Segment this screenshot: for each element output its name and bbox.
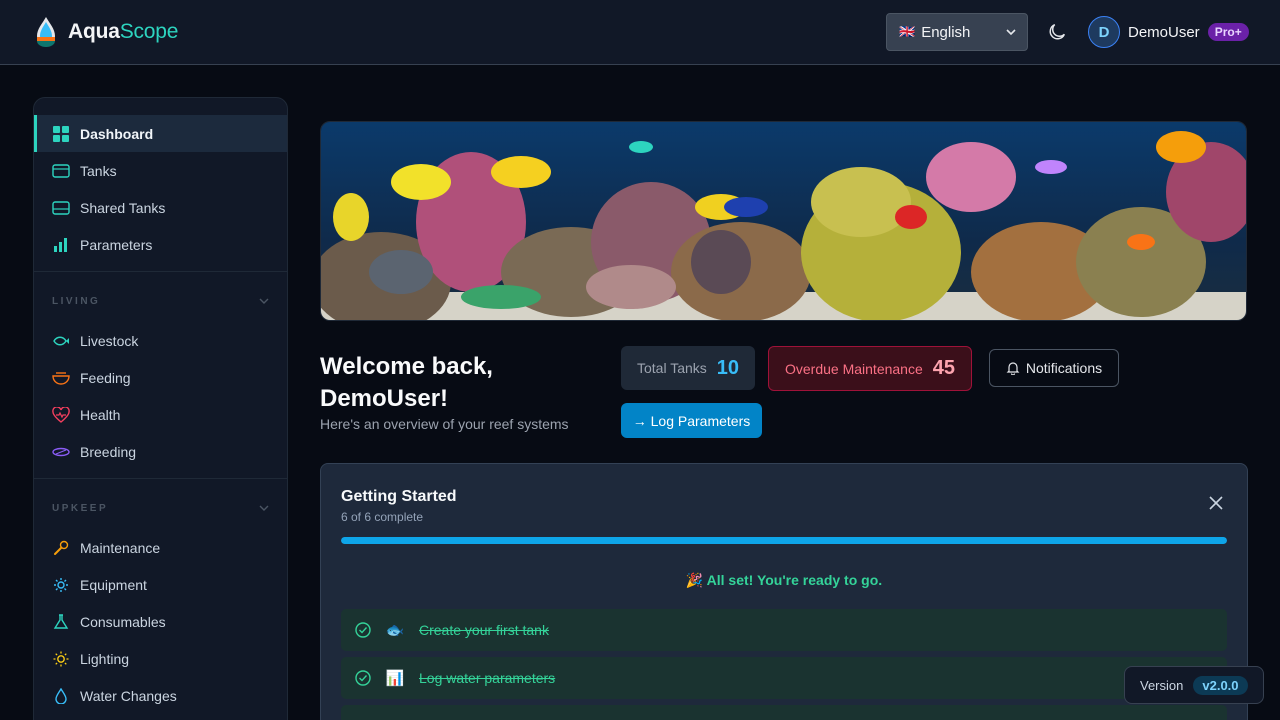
check-circle-icon (355, 670, 371, 686)
language-select[interactable]: 🇬🇧 English (886, 13, 1028, 51)
sidebar-section-upkeep[interactable]: UPKEEP (34, 487, 287, 529)
section-title: UPKEEP (52, 502, 109, 514)
checklist-item[interactable]: 📊 Log water parameters (341, 657, 1227, 699)
sidebar-item-tanks[interactable]: Tanks (34, 152, 287, 189)
fish-emoji-icon: 🐟 (385, 622, 405, 639)
dashboard-icon (52, 125, 70, 143)
version-value: v2.0.0 (1193, 675, 1248, 695)
uk-flag-icon: 🇬🇧 (899, 24, 916, 39)
progress-bar (341, 537, 1227, 544)
wrench-icon (52, 539, 70, 557)
sidebar: Dashboard Tanks Shared Tanks Parameters … (33, 97, 288, 720)
chevron-down-icon (259, 298, 269, 304)
sun-icon (52, 650, 70, 668)
checklist-item-label: Log water parameters (419, 670, 556, 686)
done-message: 🎉 All set! You're ready to go. (685, 572, 883, 588)
sidebar-item-label: Health (80, 406, 121, 423)
app-name: AquaScope (68, 20, 179, 43)
sidebar-divider (34, 271, 287, 272)
chart-icon (52, 236, 70, 254)
sidebar-item-label: Maintenance (80, 539, 161, 556)
sidebar-item-parameters[interactable]: Parameters (34, 226, 287, 263)
top-header: AquaScope 🇬🇧 English D DemoUser Pro+ (0, 0, 1280, 65)
flask-icon (52, 613, 70, 631)
sidebar-item-equipment[interactable]: Equipment (34, 566, 287, 603)
progress-text: 6 of 6 complete (341, 510, 424, 524)
check-circle-icon (355, 622, 371, 638)
moon-icon (1049, 23, 1066, 40)
bowl-icon (52, 369, 70, 387)
sidebar-item-label: Shared Tanks (80, 199, 166, 216)
stat-label: Overdue Maintenance (785, 360, 923, 377)
progress-bar-fill (341, 537, 1227, 544)
sidebar-item-label: Tanks (80, 162, 117, 179)
notifications-button[interactable]: Notifications (989, 349, 1119, 387)
getting-started-card: Getting Started 6 of 6 complete 🎉 All se… (320, 463, 1248, 720)
sidebar-item-label: Feeding (80, 369, 131, 386)
avatar: D (1088, 16, 1120, 48)
sidebar-item-label: Water Changes (80, 687, 177, 704)
stat-value: 10 (716, 356, 740, 379)
sidebar-item-water-changes[interactable]: Water Changes (34, 677, 287, 714)
version-label: Version (1140, 677, 1184, 693)
gear-icon (52, 576, 70, 594)
language-selected-value: English (921, 23, 971, 41)
overdue-maintenance-stat[interactable]: Overdue Maintenance 45 (768, 346, 973, 391)
water-drop-logo-icon (37, 17, 55, 47)
sidebar-item-lighting[interactable]: Lighting (34, 640, 287, 677)
chart-emoji-icon: 📊 (385, 670, 405, 687)
page-title: Welcome back, DemoUser! (320, 353, 493, 412)
shared-tank-icon (52, 199, 70, 217)
sidebar-item-dashboard[interactable]: Dashboard (34, 115, 287, 152)
log-parameters-button[interactable]: → Log Parameters (621, 403, 762, 438)
breeding-icon (52, 443, 70, 461)
sidebar-item-livestock[interactable]: Livestock (34, 322, 287, 359)
close-icon (1209, 496, 1223, 510)
sidebar-item-label: Livestock (80, 332, 139, 349)
button-label: Notifications (1025, 360, 1103, 376)
username: DemoUser (1128, 23, 1200, 41)
sidebar-item-consumables[interactable]: Consumables (34, 603, 287, 640)
fish-icon (52, 332, 70, 350)
reef-banner-image (320, 121, 1247, 321)
close-button[interactable] (1209, 496, 1223, 515)
sidebar-item-label: Breeding (80, 443, 137, 460)
checklist-item-label: Create your first tank (419, 622, 549, 638)
sidebar-item-label: Consumables (80, 613, 166, 630)
droplet-icon (52, 687, 70, 705)
sidebar-item-label: Equipment (80, 576, 147, 593)
tank-icon (52, 162, 70, 180)
plan-badge: Pro+ (1207, 23, 1249, 41)
sidebar-item-feeding[interactable]: Feeding (34, 359, 287, 396)
sidebar-item-breeding[interactable]: Breeding (34, 433, 287, 470)
checklist-item[interactable]: 🐟 Create your first tank (341, 609, 1227, 651)
sidebar-item-shared-tanks[interactable]: Shared Tanks (34, 189, 287, 226)
sidebar-item-health[interactable]: Health (34, 396, 287, 433)
checklist-item[interactable] (341, 705, 1227, 720)
chevron-down-icon (259, 505, 269, 511)
user-menu[interactable]: D DemoUser Pro+ (1088, 16, 1249, 48)
bell-icon (1006, 361, 1020, 375)
sidebar-section-living[interactable]: LIVING (34, 280, 287, 322)
stat-value: 45 (932, 357, 956, 379)
total-tanks-stat[interactable]: Total Tanks 10 (621, 346, 756, 390)
page-subtitle: Here's an overview of your reef systems (320, 416, 569, 432)
stat-label: Total Tanks (637, 360, 707, 376)
card-title: Getting Started (341, 488, 457, 505)
sidebar-item-label: Parameters (80, 236, 153, 253)
chevron-down-icon (1006, 29, 1016, 36)
sidebar-divider (34, 478, 287, 479)
sidebar-item-label: Lighting (80, 650, 130, 667)
sidebar-item-maintenance[interactable]: Maintenance (34, 529, 287, 566)
sidebar-item-label: Dashboard (80, 125, 154, 142)
section-title: LIVING (52, 295, 101, 307)
version-badge: Version v2.0.0 (1124, 666, 1264, 704)
theme-toggle-button[interactable] (1046, 21, 1068, 48)
app-logo[interactable]: AquaScope (34, 16, 178, 48)
heart-pulse-icon (52, 406, 70, 424)
